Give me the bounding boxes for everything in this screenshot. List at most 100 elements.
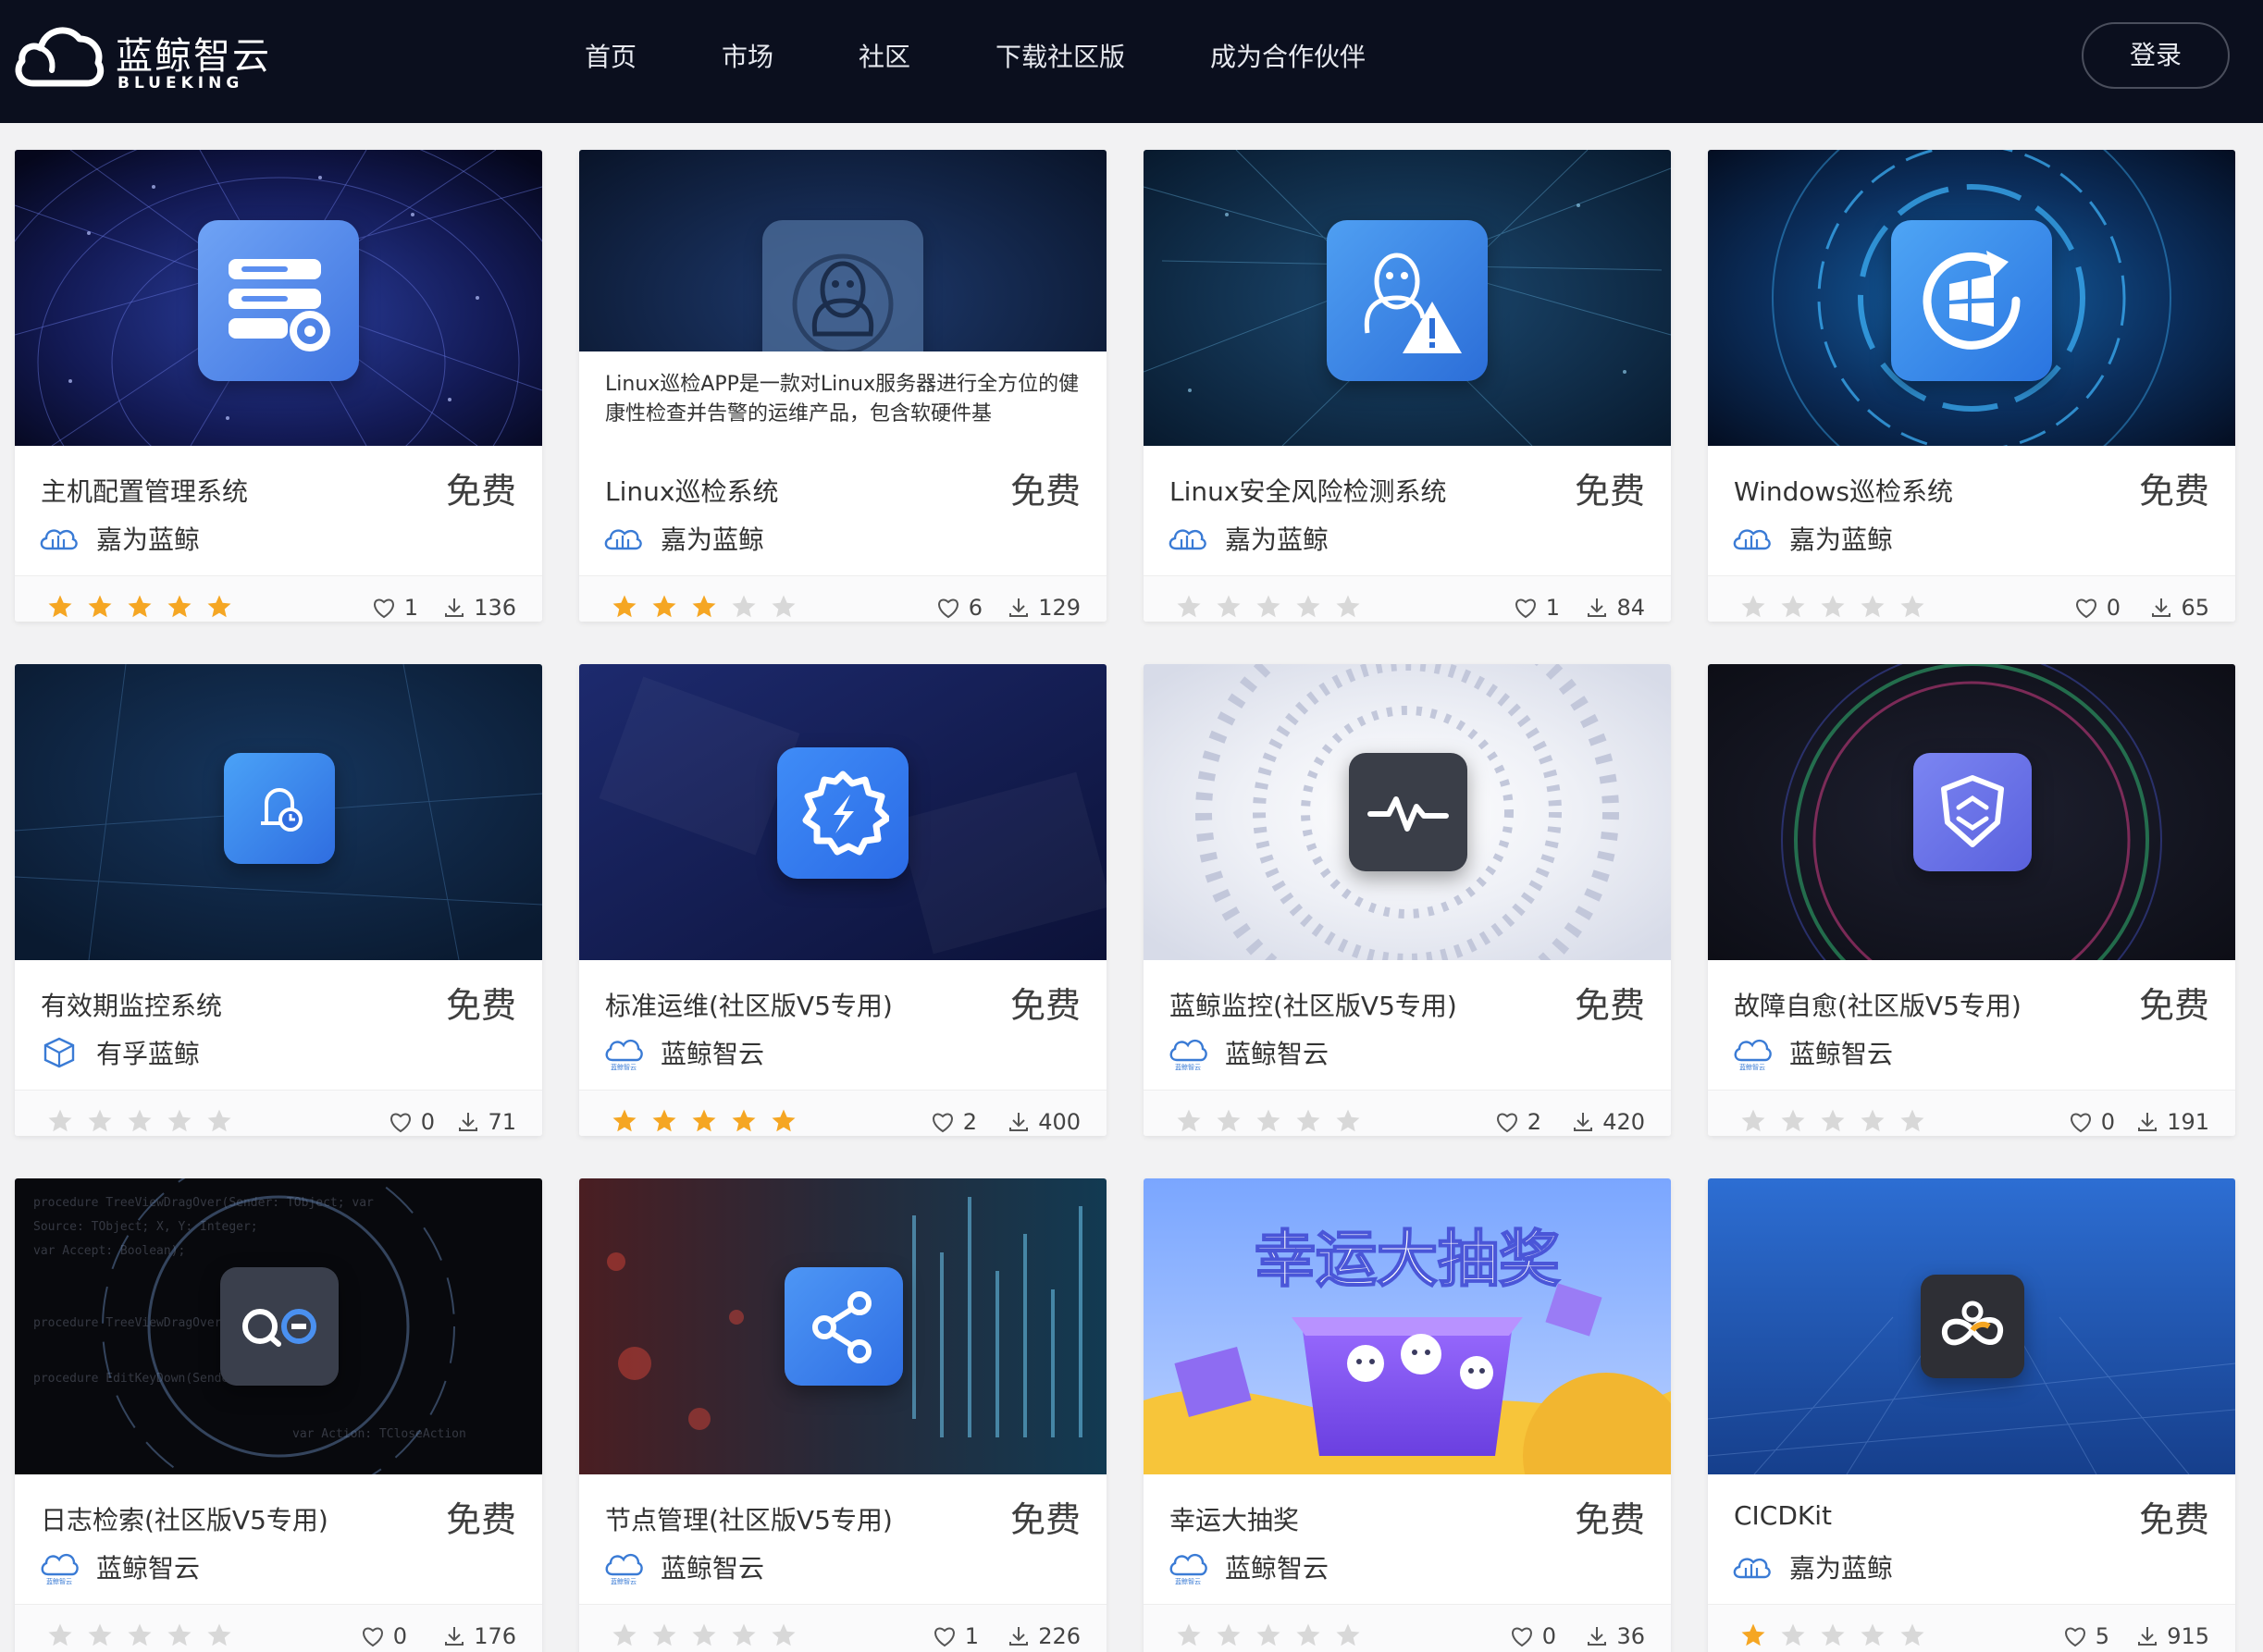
like-count[interactable]: 1: [372, 595, 418, 621]
download-count: 36: [1586, 1623, 1645, 1649]
star-filled-icon: [692, 595, 716, 618]
app-price: 免费: [1009, 471, 1081, 512]
download-count: 420: [1572, 1109, 1645, 1135]
brand-name-cn: 蓝鲸智云: [116, 35, 271, 78]
rating-stars: [1175, 1107, 1374, 1135]
publisher-name: 蓝鲸智云: [661, 1553, 765, 1584]
star-empty-icon: [1177, 1623, 1201, 1646]
like-count[interactable]: 2: [931, 1109, 977, 1135]
like-count[interactable]: 0: [361, 1623, 407, 1649]
app-card-node-manage[interactable]: 节点管理(社区版V5专用) 免费 蓝鲸智云 蓝鲸智云 1 226: [579, 1178, 1107, 1652]
like-count[interactable]: 0: [2074, 595, 2121, 621]
star-empty-icon: [1821, 595, 1845, 618]
publisher-name: 蓝鲸智云: [1225, 1039, 1329, 1069]
download-count: 71: [457, 1109, 516, 1135]
likes-value: 6: [968, 595, 983, 621]
app-publisher: 蓝鲸智云 蓝鲸智云: [603, 1544, 764, 1590]
like-count[interactable]: 0: [2069, 1109, 2115, 1135]
app-title[interactable]: Linux安全风险检测系统: [1169, 472, 1446, 509]
heart-icon: [2070, 1113, 2091, 1133]
app-price: 免费: [2138, 1499, 2209, 1540]
app-card-linux-security[interactable]: Linux安全风险检测系统 免费 嘉为蓝鲸 1 84: [1144, 150, 1671, 622]
svg-text:蓝鲸智云: 蓝鲸智云: [1175, 1063, 1201, 1071]
app-thumbnail: [1708, 1178, 2235, 1474]
download-icon: [1588, 598, 1607, 617]
app-title[interactable]: 节点管理(社区版V5专用): [605, 1500, 893, 1537]
heart-icon: [1496, 1113, 1517, 1133]
star-empty-icon: [1861, 1109, 1885, 1132]
app-card-fault-autoheal[interactable]: 故障自愈(社区版V5专用) 免费 蓝鲸智云 蓝鲸智云 0 191: [1708, 664, 2235, 1136]
nav-market[interactable]: 市场: [722, 0, 773, 115]
app-thumbnail: [1708, 664, 2235, 960]
star-empty-icon: [48, 1109, 72, 1132]
app-card-standard-ops[interactable]: 标准运维(社区版V5专用) 免费 蓝鲸智云 蓝鲸智云 2 400: [579, 664, 1107, 1136]
star-filled-icon: [732, 1109, 756, 1132]
star-empty-icon: [1177, 595, 1201, 618]
download-count: 915: [2136, 1623, 2209, 1649]
app-price: 免费: [1009, 985, 1081, 1026]
app-stats: 0 176: [15, 1604, 542, 1652]
rating-stars: [46, 593, 245, 621]
like-count[interactable]: 2: [1495, 1109, 1541, 1135]
blueking-logo[interactable]: 蓝鲸智云 BLUEKING: [13, 20, 269, 102]
like-count[interactable]: 1: [933, 1623, 979, 1649]
node-share-icon: [785, 1267, 903, 1386]
nav-home[interactable]: 首页: [585, 0, 637, 115]
downloads-value: 226: [1038, 1623, 1081, 1649]
star-filled-icon: [612, 595, 637, 618]
download-icon: [2138, 1113, 2158, 1131]
heart-icon: [2075, 598, 2096, 619]
app-title[interactable]: Linux巡检系统: [605, 472, 778, 509]
star-empty-icon: [167, 1623, 192, 1646]
app-title[interactable]: 主机配置管理系统: [41, 472, 248, 509]
star-filled-icon: [692, 1109, 716, 1132]
likes-value: 0: [392, 1623, 407, 1649]
star-empty-icon: [1741, 595, 1765, 618]
app-title[interactable]: 有效期监控系统: [41, 986, 222, 1023]
nav-community[interactable]: 社区: [859, 0, 910, 115]
download-icon: [1009, 598, 1029, 617]
app-card-expiry-monitor[interactable]: 有效期监控系统 免费 有孚蓝鲸 0 71: [15, 664, 542, 1136]
nav-become-partner[interactable]: 成为合作伙伴: [1210, 0, 1366, 115]
nav-download-community[interactable]: 下载社区版: [995, 0, 1125, 115]
app-title[interactable]: 标准运维(社区版V5专用): [605, 986, 893, 1023]
app-title[interactable]: 日志检索(社区版V5专用): [41, 1500, 328, 1537]
star-filled-icon: [652, 595, 676, 618]
app-card-windows-inspect[interactable]: Windows巡检系统 免费 嘉为蓝鲸 0 65: [1708, 150, 2235, 622]
app-title[interactable]: CICDKit: [1734, 1500, 1832, 1531]
app-thumbnail: [1144, 664, 1671, 960]
app-card-host-config[interactable]: 主机配置管理系统 免费 嘉为蓝鲸 1 136: [15, 150, 542, 622]
app-card-linux-inspect[interactable]: Linux巡检APP是一款对Linux服务器进行全方位的健康性检查并告警的运维产…: [579, 150, 1107, 622]
like-count[interactable]: 0: [1510, 1623, 1556, 1649]
star-filled-icon: [612, 1109, 637, 1132]
app-title[interactable]: 幸运大抽奖: [1169, 1500, 1299, 1537]
publisher-name: 嘉为蓝鲸: [96, 524, 201, 555]
star-empty-icon: [692, 1623, 716, 1646]
star-empty-icon: [1861, 1623, 1885, 1646]
heart-icon: [932, 1113, 953, 1133]
download-icon: [2138, 1627, 2158, 1646]
login-button[interactable]: 登录: [2082, 22, 2230, 89]
like-count[interactable]: 1: [1514, 595, 1560, 621]
like-count[interactable]: 5: [2063, 1623, 2109, 1649]
app-card-blueking-monitor[interactable]: 蓝鲸监控(社区版V5专用) 免费 蓝鲸智云 蓝鲸智云 2 420: [1144, 664, 1671, 1136]
heart-icon: [1511, 1627, 1532, 1647]
app-thumbnail: [579, 1178, 1107, 1474]
rating-stars: [1175, 1621, 1374, 1649]
app-stats: 0 65: [1708, 575, 2235, 622]
app-title[interactable]: Windows巡检系统: [1734, 472, 1953, 509]
rating-stars: [611, 593, 810, 621]
download-icon: [1574, 1113, 1593, 1131]
app-card-log-search[interactable]: procedure TreeViewDragOver(Sender: TObje…: [15, 1178, 542, 1652]
likes-value: 1: [403, 595, 418, 621]
app-title[interactable]: 故障自愈(社区版V5专用): [1734, 986, 2022, 1023]
publisher-name: 蓝鲸智云: [1225, 1553, 1329, 1584]
jiawei-logo-icon: [1168, 520, 1208, 557]
app-card-lucky-draw[interactable]: 幸运大抽奖 幸运大抽奖 免费 蓝鲸智云 蓝鲸智云 0 36: [1144, 1178, 1671, 1652]
like-count[interactable]: 0: [389, 1109, 435, 1135]
app-title[interactable]: 蓝鲸监控(社区版V5专用): [1169, 986, 1457, 1023]
star-empty-icon: [88, 1623, 112, 1646]
app-card-cicdkit[interactable]: CICDKit 免费 嘉为蓝鲸 5 915: [1708, 1178, 2235, 1652]
like-count[interactable]: 6: [936, 595, 983, 621]
top-nav-bar: 蓝鲸智云 BLUEKING 首页 市场 社区 下载社区版 成为合作伙伴 登录: [0, 0, 2263, 123]
